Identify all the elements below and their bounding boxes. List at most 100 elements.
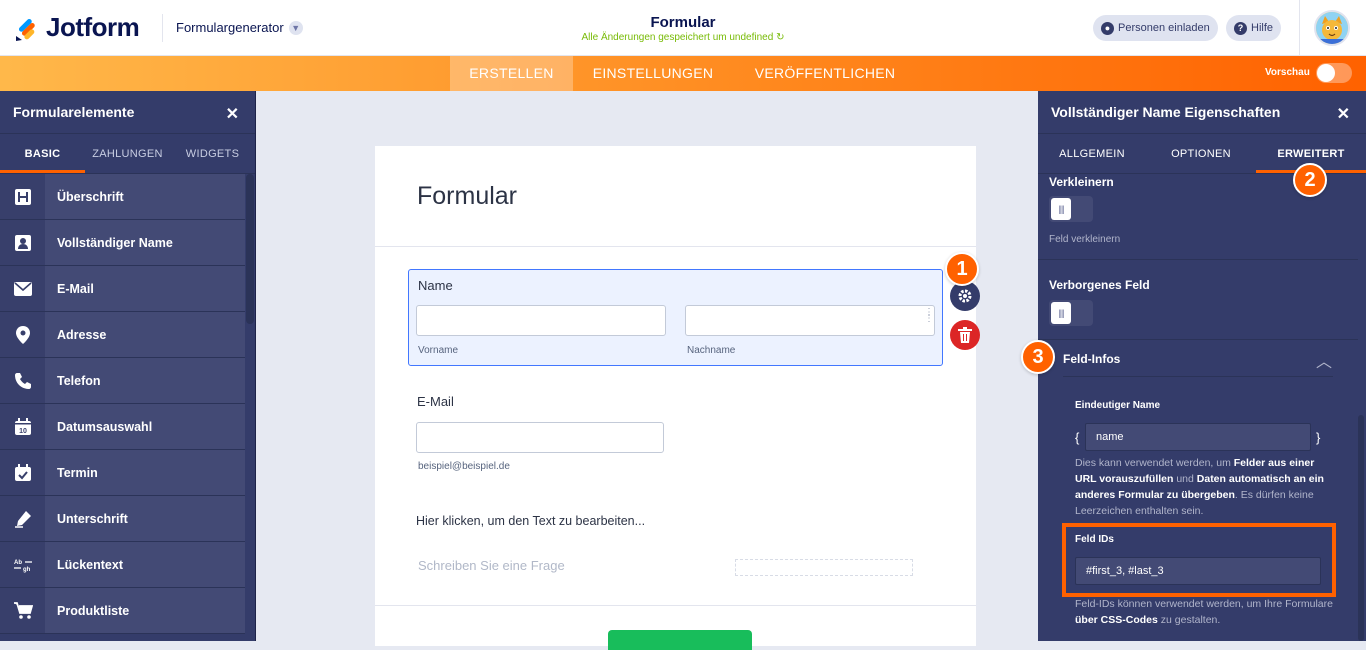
left-panel-header: Formularelemente ✕ (0, 91, 255, 134)
tab-basic[interactable]: BASIC (0, 134, 85, 173)
divider (1063, 376, 1333, 377)
full-name-field[interactable]: Name ⋮ ⋮ Vorname Nachname (408, 269, 943, 366)
heading-icon (0, 174, 45, 219)
preview-toggle[interactable] (1316, 63, 1352, 83)
step-badge-2: 2 (1293, 163, 1327, 197)
toggle-knob: |||| (1051, 302, 1071, 324)
last-name-input[interactable] (685, 305, 935, 336)
left-panel-tabs: BASIC ZAHLUNGEN WIDGETS (0, 134, 255, 174)
tab-widgets[interactable]: WIDGETS (170, 134, 255, 173)
form-heading[interactable]: Formular (417, 182, 517, 211)
avatar-icon (1316, 12, 1348, 44)
toggle-knob: |||| (1051, 198, 1071, 220)
chevron-up-icon[interactable]: ︿ (1316, 348, 1332, 372)
properties-panel: Vollständiger Name Eigenschaften ✕ ALLGE… (1021, 91, 1366, 641)
element-date-picker[interactable]: 10 Datumsauswahl (0, 404, 245, 450)
preview-label: Vorschau (1265, 67, 1310, 78)
user-icon: ● (1101, 21, 1114, 35)
name-field-label: Name (418, 278, 453, 293)
delete-field-button[interactable] (950, 320, 980, 350)
svg-text:10: 10 (19, 428, 27, 435)
form-card: Formular Name ⋮ ⋮ Vorname Nachname E-Mail… (375, 146, 976, 650)
tab-optionen[interactable]: OPTIONEN (1146, 134, 1256, 173)
element-signature[interactable]: Unterschrift (0, 496, 245, 542)
top-bar: Jotform Formulargenerator ▼ Formular All… (0, 0, 1366, 56)
step-badge-3: 3 (1021, 340, 1055, 374)
pen-icon (0, 496, 45, 541)
right-scrollbar[interactable] (1358, 415, 1364, 641)
main-nav-bar: ERSTELLEN EINSTELLUNGEN VERÖFFENTLICHEN … (0, 56, 1366, 91)
shrink-toggle[interactable]: |||| (1049, 196, 1093, 222)
text-block[interactable]: Hier klicken, um den Text zu bearbeiten.… (416, 514, 645, 528)
shrink-description: Feld verkleinern (1049, 234, 1121, 245)
element-list: Überschrift Vollständiger Name E-Mail Ad… (0, 174, 255, 634)
email-input[interactable] (416, 422, 664, 453)
brace-open: { (1075, 430, 1080, 445)
calendar-icon: 10 (0, 404, 45, 449)
divider (375, 246, 976, 247)
envelope-icon (0, 266, 45, 311)
divider (1038, 339, 1358, 340)
svg-text:gh: gh (23, 567, 31, 573)
form-canvas: Formular Name ⋮ ⋮ Vorname Nachname E-Mail… (256, 91, 1038, 650)
divider (375, 605, 976, 606)
field-ids-label: Feld IDs (1075, 534, 1114, 545)
submit-button[interactable] (608, 630, 752, 650)
phone-icon (0, 358, 45, 403)
element-phone[interactable]: Telefon (0, 358, 245, 404)
divider (1299, 0, 1300, 56)
field-ids-input[interactable]: #first_3, #last_3 (1075, 557, 1321, 585)
step-badge-1: 1 (945, 252, 979, 286)
left-scrollbar[interactable] (246, 174, 254, 324)
tab-veroeffentlichen[interactable]: VERÖFFENTLICHEN (745, 56, 905, 91)
drag-handle-icon[interactable]: ⋮ ⋮ (924, 308, 934, 324)
unique-name-label: Eindeutiger Name (1075, 400, 1161, 411)
gear-icon (958, 289, 972, 303)
svg-text:Ab: Ab (14, 560, 22, 566)
refresh-icon: ↻ (776, 32, 785, 43)
question-icon: ? (1234, 21, 1247, 35)
fill-in-blank-icon: Ab gh (0, 542, 45, 587)
tab-zahlungen[interactable]: ZAHLUNGEN (85, 134, 170, 173)
contact-card-icon (0, 220, 45, 265)
calendar-check-icon (0, 450, 45, 495)
hidden-field-title: Verborgenes Feld (1049, 278, 1150, 292)
email-sublabel: beispiel@beispiel.de (418, 461, 510, 472)
avatar[interactable] (1314, 10, 1350, 46)
answer-placeholder[interactable] (735, 559, 913, 576)
right-panel-header: Vollständiger Name Eigenschaften ✕ (1038, 91, 1366, 134)
form-elements-panel: Formularelemente ✕ BASIC ZAHLUNGEN WIDGE… (0, 91, 256, 641)
shrink-title: Verkleinern (1049, 175, 1114, 189)
unique-name-input[interactable]: name (1085, 423, 1311, 451)
right-panel-title: Vollständiger Name Eigenschaften (1051, 104, 1281, 120)
field-info-title[interactable]: Feld-Infos (1063, 352, 1120, 366)
element-fill-in-blank[interactable]: Ab gh Lückentext (0, 542, 245, 588)
help-button[interactable]: ? Hilfe (1226, 15, 1282, 41)
close-icon[interactable]: ✕ (1337, 104, 1350, 124)
close-icon[interactable]: ✕ (226, 104, 239, 124)
element-heading[interactable]: Überschrift (0, 174, 245, 220)
field-ids-description: Feld-IDs können verwendet werden, um Ihr… (1075, 598, 1333, 626)
element-full-name[interactable]: Vollständiger Name (0, 220, 245, 266)
last-name-sublabel: Nachname (687, 345, 736, 356)
invite-people-button[interactable]: ● Personen einladen (1093, 15, 1218, 41)
brace-close: } (1316, 430, 1321, 445)
map-pin-icon (0, 312, 45, 357)
tab-erstellen[interactable]: ERSTELLEN (450, 56, 573, 91)
element-email[interactable]: E-Mail (0, 266, 245, 312)
element-product-list[interactable]: Produktliste (0, 588, 245, 634)
first-name-input[interactable] (416, 305, 666, 336)
cart-icon (0, 588, 45, 633)
tab-einstellungen[interactable]: EINSTELLUNGEN (583, 56, 723, 91)
divider (1038, 259, 1358, 260)
unique-name-description: Dies kann verwendet werden, um Felder au… (1075, 457, 1324, 517)
hidden-field-toggle[interactable]: |||| (1049, 300, 1093, 326)
first-name-sublabel: Vorname (418, 345, 459, 356)
email-field-label: E-Mail (417, 394, 454, 409)
element-address[interactable]: Adresse (0, 312, 245, 358)
element-appointment[interactable]: Termin (0, 450, 245, 496)
left-panel-title: Formularelemente (13, 104, 135, 120)
tab-allgemein[interactable]: ALLGEMEIN (1038, 134, 1146, 173)
trash-icon (958, 327, 972, 343)
question-placeholder[interactable]: Schreiben Sie eine Frage (418, 558, 565, 573)
